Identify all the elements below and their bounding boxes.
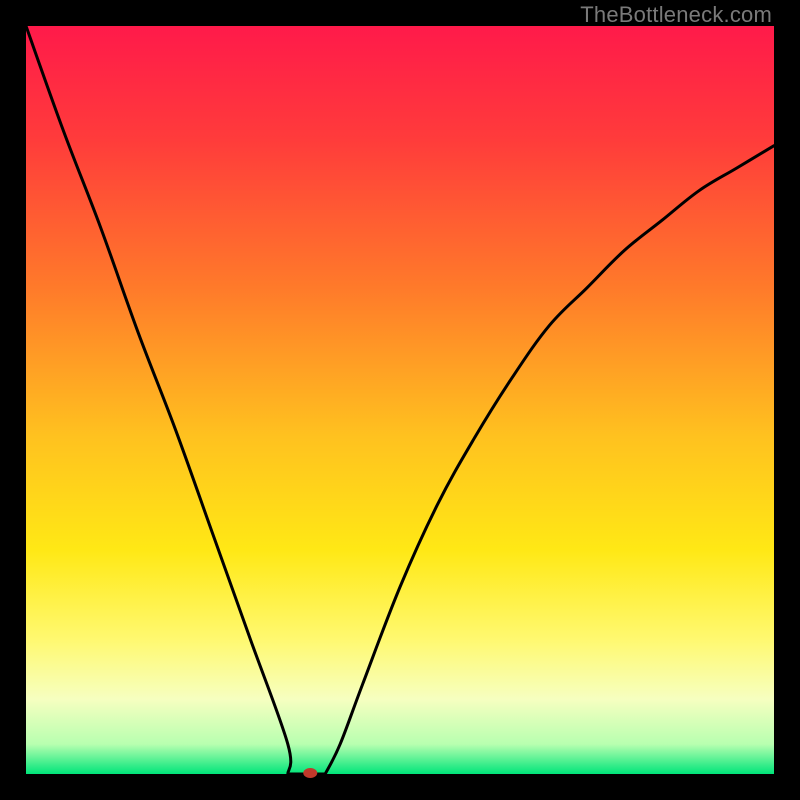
plot-background [26, 26, 774, 774]
attribution-text: TheBottleneck.com [580, 2, 772, 28]
optimum-marker [303, 768, 317, 778]
chart-container: TheBottleneck.com [0, 0, 800, 800]
bottleneck-chart [0, 0, 800, 800]
